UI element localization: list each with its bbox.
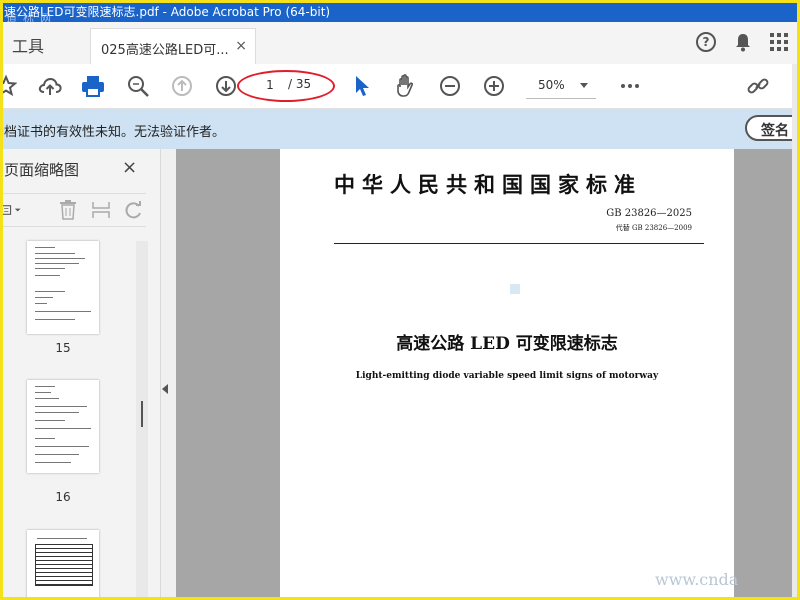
zoom-out-icon[interactable] (438, 74, 462, 98)
panel-close-icon[interactable]: × (122, 157, 137, 178)
rotate-page-icon[interactable] (124, 200, 144, 220)
highlight-oval (237, 70, 335, 102)
tab-tools[interactable]: 工具 (12, 33, 44, 57)
document-title: 高速公路 LED 可变限速标志 (396, 334, 618, 354)
standard-number: GB 23826—2025 (606, 208, 692, 219)
tab-document-label: 025高速公路LED可... (101, 43, 229, 58)
tab-bar: 工具 025高速公路LED可... × ? (0, 22, 800, 65)
zoom-in-icon[interactable] (482, 74, 506, 98)
zoom-dropdown[interactable]: 50% (526, 76, 596, 99)
certificate-info-bar: 档证书的有效性未知。无法验证作者。 签名 (0, 109, 800, 149)
thumbnail-label: 15 (55, 341, 71, 355)
panel-title: 页面缩略图 (4, 161, 80, 179)
help-icon[interactable]: ? (696, 32, 716, 52)
sign-button-label: 签名 (761, 123, 789, 139)
panel-toolbar (0, 193, 146, 227)
delete-page-icon[interactable] (58, 200, 78, 220)
select-cursor-icon[interactable] (350, 74, 374, 98)
document-subtitle: Light-emitting diode variable speed limi… (355, 371, 659, 381)
bookmark-star-icon[interactable] (0, 74, 18, 98)
zoom-search-icon[interactable] (126, 74, 150, 98)
bell-icon[interactable] (734, 32, 752, 52)
chevron-down-icon (580, 83, 588, 88)
thumbnail-label: 16 (55, 490, 71, 504)
main-toolbar: / 35 50% (0, 64, 800, 109)
thumbnails-panel: 页面缩略图 × 15 16 (0, 149, 161, 600)
hand-tool-icon[interactable] (394, 74, 418, 98)
page-thumbnail[interactable] (27, 380, 99, 473)
next-page-icon[interactable] (214, 74, 238, 98)
apps-grid-icon[interactable] (770, 33, 788, 51)
header-rule (334, 243, 704, 244)
cloud-upload-icon[interactable] (38, 74, 62, 98)
print-icon[interactable] (81, 74, 105, 98)
certificate-message: 档证书的有效性未知。无法验证作者。 (4, 125, 226, 140)
document-view[interactable]: 中华人民共和国国家标准 GB 23826—2025 代替 GB 23826—20… (176, 149, 800, 600)
tab-close-icon[interactable]: × (235, 38, 247, 54)
table-preview (35, 544, 93, 586)
collapse-panel-icon[interactable] (162, 384, 168, 394)
pdf-page: 中华人民共和国国家标准 GB 23826—2025 代替 GB 23826—20… (280, 149, 734, 600)
options-menu-icon[interactable] (2, 200, 22, 220)
page-thumbnail[interactable] (27, 530, 99, 600)
replaced-standard: 代替 GB 23826—2009 (615, 224, 692, 232)
zoom-value: 50% (538, 78, 565, 92)
more-options-icon[interactable] (621, 84, 639, 88)
faint-stamp (510, 284, 520, 294)
share-link-icon[interactable] (746, 74, 770, 98)
page-thumbnail[interactable] (27, 241, 99, 334)
window-titlebar: 速公路LED可变限速标志.pdf - Adobe Acrobat Pro (64… (0, 0, 800, 25)
previous-page-icon[interactable] (170, 74, 194, 98)
extract-page-icon[interactable] (91, 200, 111, 220)
site-watermark: www.cnda (655, 570, 739, 589)
right-scrollbar[interactable] (792, 64, 800, 600)
panel-scrollbar[interactable] (136, 241, 148, 600)
standard-header: 中华人民共和国国家标准 (334, 172, 642, 197)
tab-document[interactable]: 025高速公路LED可... × (90, 28, 256, 65)
